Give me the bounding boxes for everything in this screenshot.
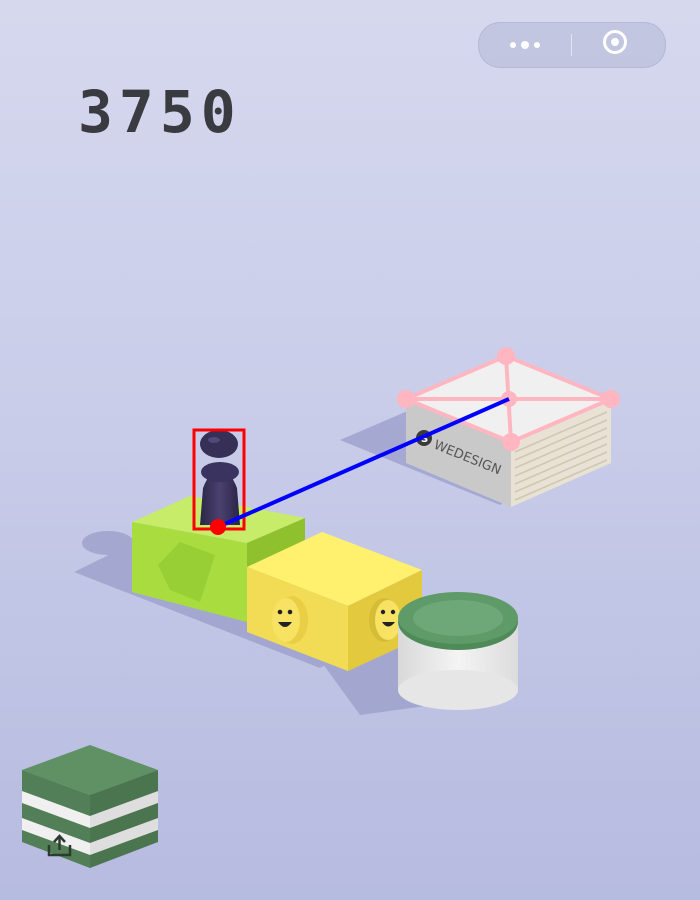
player-piece (200, 430, 240, 525)
face-left (272, 596, 308, 644)
close-button[interactable] (572, 23, 665, 67)
can-block (398, 592, 518, 710)
face-right (369, 598, 401, 642)
share-button[interactable] (22, 745, 158, 868)
score-display: 3750 (78, 78, 242, 146)
more-dots-icon (510, 42, 516, 48)
close-target-icon (603, 30, 627, 54)
more-dots-icon-center (521, 41, 529, 49)
more-button[interactable] (479, 23, 571, 67)
more-dots-icon-right (534, 42, 540, 48)
mini-program-capsule (478, 22, 666, 68)
player-anchor-point (210, 519, 226, 535)
